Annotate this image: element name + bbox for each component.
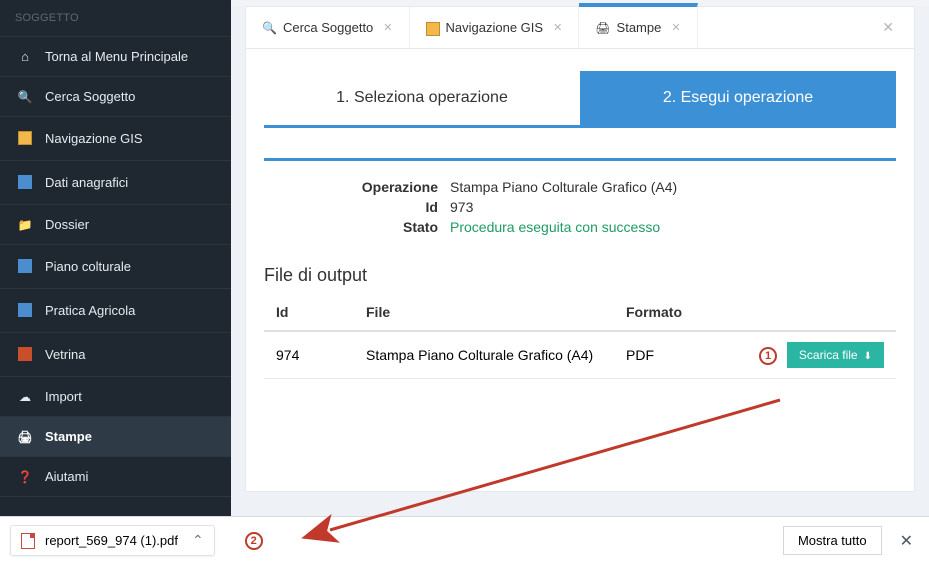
annotation-2: 2: [245, 532, 263, 550]
col-file: File: [354, 294, 614, 331]
download-file-name: report_569_974 (1).pdf: [45, 533, 178, 548]
search-icon: [262, 20, 277, 35]
col-id: Id: [264, 294, 354, 331]
close-download-bar-button[interactable]: ✕: [894, 527, 919, 555]
sidebar-item-agri-practice[interactable]: Pratica Agricola: [0, 288, 231, 332]
search-icon: [15, 89, 35, 104]
sidebar-item-home[interactable]: Torna al Menu Principale: [0, 36, 231, 76]
home-icon: [15, 49, 35, 64]
chevron-up-icon[interactable]: ⌃: [192, 532, 204, 549]
main-content: Cerca Soggetto ✕ Navigazione GIS ✕ Stamp…: [231, 0, 929, 516]
col-format: Formato: [614, 294, 713, 331]
output-section-title: File di output: [264, 265, 896, 286]
wizard-steps: 1. Seleziona operazione 2. Esegui operaz…: [264, 71, 896, 128]
sidebar-item-label: Navigazione GIS: [45, 131, 143, 146]
step-execute-operation[interactable]: 2. Esegui operazione: [580, 71, 896, 125]
print-icon: [595, 20, 610, 35]
download-file-button[interactable]: Scarica file: [787, 342, 884, 368]
tab-close-icon[interactable]: ✕: [383, 21, 392, 34]
output-table: Id File Formato 974 Stampa Piano Coltura…: [264, 294, 896, 379]
sidebar-item-label: Dati anagrafici: [45, 175, 128, 190]
doc-icon: [15, 301, 35, 320]
sidebar-section-header: SOGGETTO: [0, 0, 231, 36]
tab-cerca-soggetto[interactable]: Cerca Soggetto ✕: [246, 7, 410, 48]
doc-icon: [15, 257, 35, 276]
sidebar-item-anagraphic[interactable]: Dati anagrafici: [0, 160, 231, 204]
map-icon: [15, 129, 35, 148]
download-icon: [864, 348, 872, 362]
sidebar-item-label: Aiutami: [45, 469, 88, 484]
tab-close-icon[interactable]: ✕: [671, 21, 680, 34]
cell-format: PDF: [614, 331, 713, 379]
sidebar-item-crop-plan[interactable]: Piano colturale: [0, 244, 231, 288]
sidebar-item-dossier[interactable]: Dossier: [0, 204, 231, 244]
sidebar-item-label: Dossier: [45, 217, 89, 232]
tab-navigazione-gis[interactable]: Navigazione GIS ✕: [410, 7, 580, 48]
download-chip[interactable]: report_569_974 (1).pdf ⌃: [10, 525, 215, 556]
sidebar-item-label: Piano colturale: [45, 259, 131, 274]
operation-info: Operazione Stampa Piano Colturale Grafic…: [264, 158, 896, 237]
sidebar-item-label: Vetrina: [45, 347, 85, 362]
content-card: Cerca Soggetto ✕ Navigazione GIS ✕ Stamp…: [245, 6, 915, 492]
state-label: Stato: [264, 219, 450, 235]
operation-label: Operazione: [264, 179, 450, 195]
sidebar-item-prints[interactable]: Stampe: [0, 416, 231, 456]
table-icon: [15, 173, 35, 192]
tab-label: Stampe: [617, 20, 662, 35]
help-icon: [15, 469, 35, 484]
cloud-icon: [15, 389, 35, 404]
tab-close-icon[interactable]: ✕: [553, 21, 562, 34]
sidebar-item-label: Import: [45, 389, 82, 404]
shop-icon: [15, 345, 35, 364]
download-bar: report_569_974 (1).pdf ⌃ 2 Mostra tutto …: [0, 516, 929, 564]
sidebar-item-showcase[interactable]: Vetrina: [0, 332, 231, 376]
pdf-icon: [21, 533, 35, 549]
state-value: Procedura eseguita con successo: [450, 219, 660, 235]
step-select-operation[interactable]: 1. Seleziona operazione: [264, 71, 580, 125]
tab-label: Navigazione GIS: [446, 20, 544, 35]
sidebar-item-label: Cerca Soggetto: [45, 89, 135, 104]
map-icon: [426, 22, 440, 36]
show-all-downloads-button[interactable]: Mostra tutto: [783, 526, 882, 555]
id-label: Id: [264, 199, 450, 215]
sidebar: SOGGETTO Torna al Menu Principale Cerca …: [0, 0, 231, 516]
sidebar-item-search-subject[interactable]: Cerca Soggetto: [0, 76, 231, 116]
tab-bar: Cerca Soggetto ✕ Navigazione GIS ✕ Stamp…: [246, 7, 914, 49]
tab-stampe[interactable]: Stampe ✕: [579, 3, 697, 48]
sidebar-item-import[interactable]: Import: [0, 376, 231, 416]
id-value: 973: [450, 199, 473, 215]
sidebar-item-gis[interactable]: Navigazione GIS: [0, 116, 231, 160]
sidebar-item-label: Pratica Agricola: [45, 303, 135, 318]
sidebar-item-label: Stampe: [45, 429, 92, 444]
cell-id: 974: [264, 331, 354, 379]
sidebar-item-label: Torna al Menu Principale: [45, 49, 188, 64]
annotation-1: 1: [759, 347, 777, 365]
print-icon: [15, 429, 35, 444]
tabs-close-all[interactable]: ✕: [870, 7, 906, 48]
folder-icon: [15, 217, 35, 232]
download-button-label: Scarica file: [799, 348, 858, 362]
table-row: 974 Stampa Piano Colturale Grafico (A4) …: [264, 331, 896, 379]
tab-label: Cerca Soggetto: [283, 20, 373, 35]
operation-value: Stampa Piano Colturale Grafico (A4): [450, 179, 677, 195]
col-actions: [713, 294, 896, 331]
cell-file: Stampa Piano Colturale Grafico (A4): [354, 331, 614, 379]
sidebar-item-help[interactable]: Aiutami: [0, 456, 231, 497]
